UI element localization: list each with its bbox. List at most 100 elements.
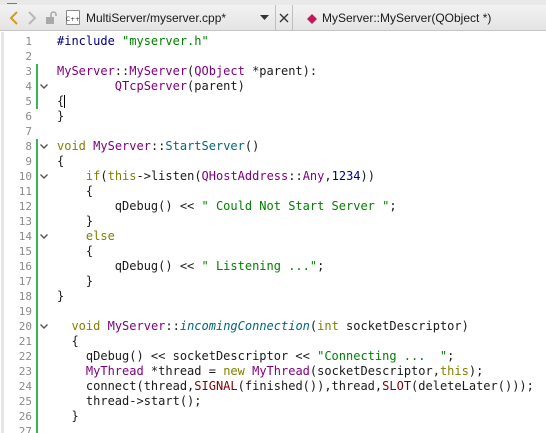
code-token: ,	[324, 169, 332, 183]
code-token: {	[57, 334, 79, 348]
code-token: " Listening ..."	[201, 259, 318, 273]
line-number: 9	[25, 155, 32, 168]
line-number: 6	[25, 110, 32, 123]
code-token: {	[57, 184, 94, 198]
change-marker	[36, 199, 38, 214]
code-text: qDebug() << " Listening ...";	[57, 259, 325, 274]
code-line[interactable]: 16 qDebug() << " Listening ...";	[0, 259, 546, 274]
code-line[interactable]: 7	[0, 124, 546, 139]
close-document-icon[interactable]	[275, 5, 293, 31]
code-token: void	[57, 139, 86, 153]
code-token: {	[57, 244, 94, 258]
code-line[interactable]: 20 void MyServer::incomingConnection(int…	[0, 319, 546, 334]
fold-chevron-icon[interactable]	[39, 79, 51, 94]
code-text: {	[57, 154, 64, 169]
line-number: 25	[18, 395, 32, 408]
code-text: QTcpServer(parent)	[57, 79, 245, 94]
code-text: {	[57, 184, 93, 199]
code-token: (finished()),thread,	[237, 379, 383, 393]
line-number: 5	[25, 95, 32, 108]
code-text: void MyServer::StartServer()	[57, 139, 259, 154]
fold-chevron-icon[interactable]	[39, 229, 51, 244]
code-line[interactable]: 14 else	[0, 229, 546, 244]
code-token: SLOT	[382, 379, 412, 393]
code-line[interactable]: 24 connect(thread,SIGNAL(finished()),thr…	[0, 379, 546, 394]
change-marker	[36, 319, 38, 334]
code-token: MyServer	[57, 64, 115, 78]
code-token: *parent):	[244, 64, 318, 78]
code-line[interactable]: 17 }	[0, 274, 546, 289]
code-line[interactable]: 18}	[0, 289, 546, 304]
code-text: qDebug() << " Could Not Start Server ";	[57, 199, 397, 214]
code-line[interactable]: 11 {	[0, 184, 546, 199]
code-token: }	[57, 109, 65, 123]
fold-chevron-icon[interactable]	[39, 169, 51, 184]
code-line[interactable]: 8 void MyServer::StartServer()	[0, 139, 546, 154]
change-marker	[36, 379, 38, 394]
line-number: 11	[18, 185, 32, 198]
code-token: MyServer	[107, 319, 166, 333]
code-token: #include	[57, 34, 123, 48]
unlock-icon[interactable]	[44, 8, 58, 28]
code-text: {	[57, 244, 93, 259]
current-symbol-selector[interactable]: MyServer::MyServer(QObject *)	[322, 5, 491, 31]
document-dropdown-icon[interactable]	[257, 5, 271, 31]
code-token: qDebug() << socketDescriptor <<	[57, 349, 318, 363]
code-token: ::	[165, 319, 180, 333]
code-token: (	[194, 169, 202, 183]
code-line[interactable]: 13 }	[0, 214, 546, 229]
back-arrow-icon[interactable]	[4, 8, 24, 28]
code-text: {	[57, 334, 79, 349]
code-token: ))	[360, 169, 375, 183]
code-token: qDebug() <<	[57, 199, 202, 213]
line-number: 8	[25, 140, 32, 153]
code-text: {	[57, 94, 66, 109]
line-number: 2	[25, 50, 32, 63]
code-token: ::	[288, 169, 303, 183]
code-line[interactable]: 26 }	[0, 409, 546, 424]
code-text: }	[57, 289, 64, 304]
code-line[interactable]: 2	[0, 49, 546, 64]
code-line[interactable]: 21 {	[0, 334, 546, 349]
code-line[interactable]: 27	[0, 424, 546, 433]
code-editor[interactable]: 1 #include "myserver.h" 2 3 MyServer::MyServ…	[0, 34, 546, 433]
code-token: new	[223, 364, 245, 378]
change-marker	[36, 184, 38, 199]
code-line[interactable]: 9{	[0, 154, 546, 169]
open-document-name[interactable]: MultiServer/myserver.cpp*	[86, 11, 226, 25]
line-number: 4	[25, 80, 32, 93]
line-number: 7	[25, 125, 32, 138]
code-token: int	[317, 319, 339, 333]
fold-chevron-icon[interactable]	[39, 139, 51, 154]
code-line[interactable]: 5{	[0, 94, 546, 109]
code-line[interactable]: 6}	[0, 109, 546, 124]
line-number: 27	[18, 425, 32, 433]
code-line[interactable]: 3 MyServer::MyServer(QObject *parent):	[0, 64, 546, 79]
code-token: void	[71, 319, 101, 333]
code-line[interactable]: 4 QTcpServer(parent)	[0, 79, 546, 94]
change-marker	[36, 244, 38, 259]
code-token: listen	[150, 169, 195, 183]
code-line[interactable]: 25 thread->start();	[0, 394, 546, 409]
code-text: void MyServer::incomingConnection(int so…	[57, 319, 468, 334]
code-line[interactable]: 19	[0, 304, 546, 319]
code-token: QHostAddress	[201, 169, 289, 183]
forward-arrow-icon[interactable]	[24, 8, 40, 28]
code-text: MyThread *thread = new MyThread(socketDe…	[57, 364, 483, 379]
code-token: MyServer	[93, 139, 151, 153]
fold-chevron-icon[interactable]	[39, 319, 51, 334]
code-line[interactable]: 12 qDebug() << " Could Not Start Server …	[0, 199, 546, 214]
code-token: QObject	[194, 64, 245, 78]
code-token: QTcpServer	[114, 79, 188, 93]
change-marker	[36, 94, 38, 109]
code-line[interactable]: 23 MyThread *thread = new MyThread(socke…	[0, 364, 546, 379]
symbol-icon	[304, 5, 318, 31]
line-number: 14	[18, 230, 32, 243]
code-line[interactable]: 10 if(this->listen(QHostAddress::Any,123…	[0, 169, 546, 184]
code-line[interactable]: 1 #include "myserver.h"	[0, 34, 546, 49]
line-number: 3	[25, 65, 32, 78]
code-line[interactable]: 22 qDebug() << socketDescriptor << "Conn…	[0, 349, 546, 364]
code-line[interactable]: 15 {	[0, 244, 546, 259]
code-token: qDebug() <<	[57, 259, 202, 273]
